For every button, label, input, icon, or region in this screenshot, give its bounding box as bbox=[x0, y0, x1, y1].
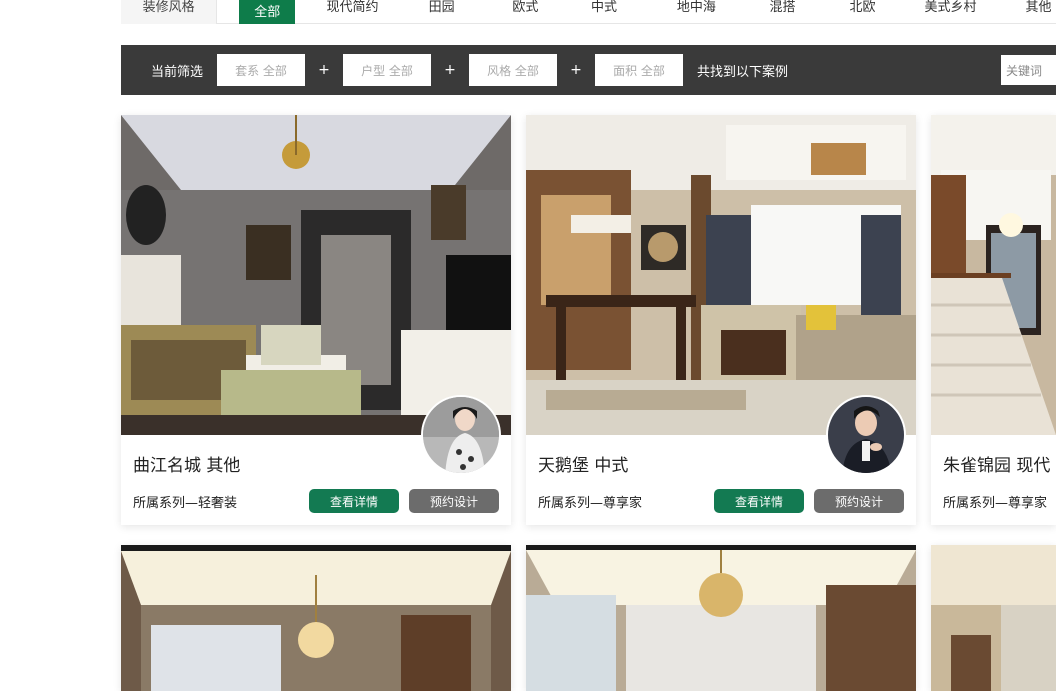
case-photo[interactable] bbox=[121, 545, 511, 691]
area-filter-select[interactable]: 面积 全部 bbox=[595, 54, 684, 86]
view-details-button[interactable]: 查看详情 bbox=[309, 489, 399, 513]
case-photo[interactable] bbox=[931, 115, 1056, 435]
case-title[interactable]: 天鹅堡 中式 bbox=[538, 451, 628, 476]
layout-filter-select[interactable]: 户型 全部 bbox=[343, 54, 432, 86]
case-card[interactable] bbox=[931, 545, 1056, 691]
designer-photo bbox=[423, 397, 499, 473]
style-filter-row: 装修风格 全部 现代简约 田园 欧式 中式 地中海 混搭 北欧 美式乡村 其他 bbox=[121, 0, 1056, 24]
case-card[interactable]: 天鹅堡 中式 所属系列—尊享家 查看详情 预约设计 bbox=[526, 115, 916, 525]
style-option-american[interactable]: 美式乡村 bbox=[920, 0, 981, 24]
case-photo[interactable] bbox=[526, 115, 916, 435]
case-card[interactable] bbox=[526, 545, 916, 691]
current-filter-bar: 当前筛选 套系 全部 + 户型 全部 + 风格 全部 + 面积 全部 共找到以下… bbox=[121, 45, 1056, 95]
case-title[interactable]: 曲江名城 其他 bbox=[133, 451, 240, 476]
current-filter-label: 当前筛选 bbox=[151, 64, 204, 80]
style-option-european[interactable]: 欧式 bbox=[503, 0, 547, 24]
style-option-modern[interactable]: 现代简约 bbox=[313, 0, 392, 24]
case-card[interactable] bbox=[121, 545, 511, 691]
case-series: 所属系列—尊享家 bbox=[943, 496, 1048, 511]
designer-photo bbox=[828, 397, 904, 473]
style-filter-select[interactable]: 风格 全部 bbox=[469, 54, 558, 86]
plus-icon: + bbox=[444, 62, 456, 78]
case-series: 所属系列—轻奢装 bbox=[133, 496, 238, 511]
series-filter-select[interactable]: 套系 全部 bbox=[217, 54, 306, 86]
dining-room-photo bbox=[526, 115, 916, 435]
style-option-other[interactable]: 其他 bbox=[1021, 0, 1056, 24]
case-photo[interactable] bbox=[121, 115, 511, 435]
style-option-nordic[interactable]: 北欧 bbox=[845, 0, 880, 24]
style-filter-label: 装修风格 bbox=[121, 0, 218, 24]
keyword-search-input[interactable]: 关键词 bbox=[1001, 55, 1056, 85]
style-option-chinese[interactable]: 中式 bbox=[582, 0, 626, 24]
designer-avatar[interactable] bbox=[826, 395, 906, 475]
case-photo[interactable] bbox=[526, 545, 916, 691]
case-card[interactable]: 曲江名城 其他 所属系列—轻奢装 查看详情 预约设计 bbox=[121, 115, 511, 525]
result-text: 共找到以下案例 bbox=[697, 64, 789, 80]
case-title[interactable]: 朱雀锦园 现代 bbox=[943, 451, 1050, 476]
style-option-all[interactable]: 全部 bbox=[239, 0, 296, 24]
case-photo[interactable] bbox=[931, 545, 1056, 691]
style-option-mixed[interactable]: 混搭 bbox=[765, 0, 800, 24]
staircase-photo bbox=[931, 115, 1056, 435]
plus-icon: + bbox=[318, 62, 330, 78]
case-series: 所属系列—尊享家 bbox=[538, 496, 643, 511]
designer-avatar[interactable] bbox=[421, 395, 501, 475]
plus-icon: + bbox=[570, 62, 582, 78]
book-design-button[interactable]: 预约设计 bbox=[409, 489, 499, 513]
book-design-button[interactable]: 预约设计 bbox=[814, 489, 904, 513]
style-option-mediterranean[interactable]: 地中海 bbox=[666, 0, 727, 24]
living-room-photo bbox=[121, 115, 511, 435]
case-card[interactable]: 朱雀锦园 现代 所属系列—尊享家 bbox=[931, 115, 1056, 525]
view-details-button[interactable]: 查看详情 bbox=[714, 489, 804, 513]
style-option-pastoral[interactable]: 田园 bbox=[420, 0, 464, 24]
